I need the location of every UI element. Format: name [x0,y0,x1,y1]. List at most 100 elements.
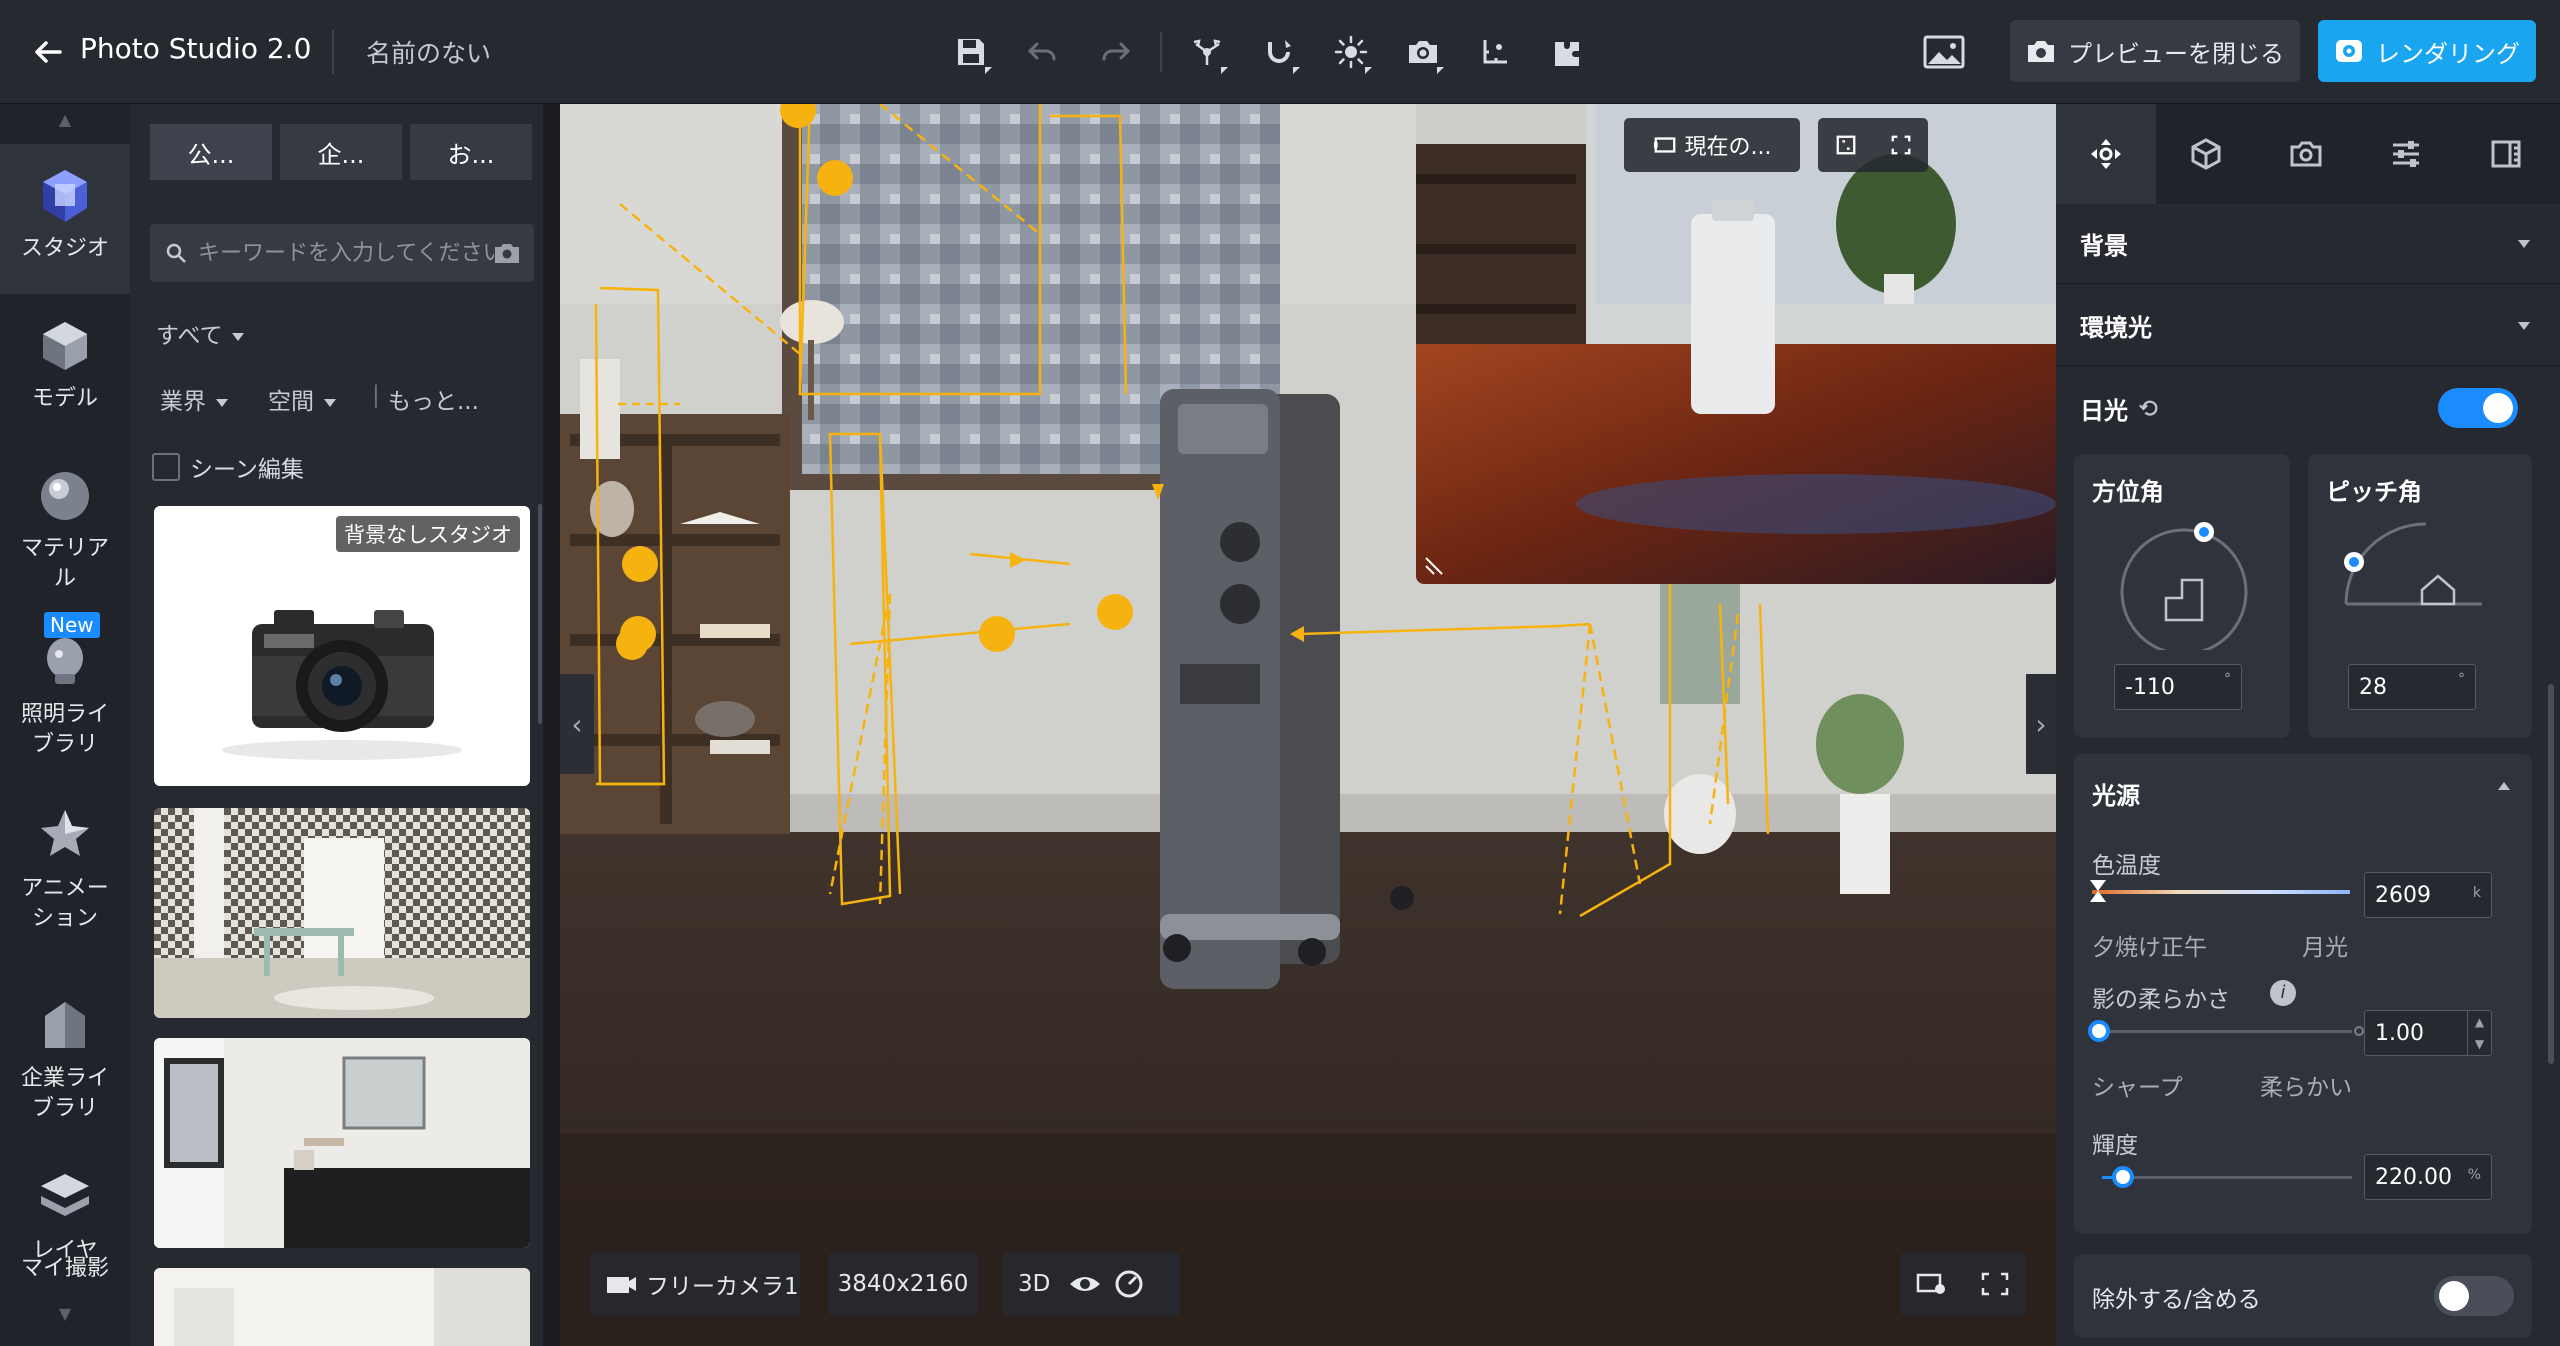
azimuth-input[interactable]: -110 ° [2114,664,2242,710]
filter-all-dropdown[interactable]: すべて [156,316,245,350]
rail-item-material[interactable]: マテリアル [0,464,130,594]
toolbar [940,22,1608,82]
back-arrow-icon[interactable] [30,34,66,70]
fullscreen-icon[interactable] [1978,1269,2012,1299]
info-icon[interactable]: i [2270,980,2296,1006]
scene-edit-checkbox[interactable]: シーン編集 [152,450,304,484]
camera-tool-button[interactable] [1392,22,1454,82]
aspect-ratio-icon[interactable] [1835,134,1857,156]
shadow-softness-slider[interactable] [2102,1030,2352,1033]
pitch-label: ピッチ角 [2326,478,2422,506]
brightness-knob[interactable] [2112,1166,2134,1188]
rail-scroll-down-icon[interactable]: ▼ [0,1304,130,1323]
gauge-icon[interactable] [1112,1269,1146,1299]
properties-scrollbar[interactable] [2548,684,2554,1064]
save-button[interactable] [940,22,1002,82]
chevron-down-icon [2518,322,2530,330]
exclude-include-toggle[interactable] [2434,1276,2514,1316]
magnet-icon [1268,40,1291,63]
tab-object[interactable] [2156,104,2256,204]
plugin-tool-button[interactable] [1536,22,1598,82]
animation-icon [41,810,89,856]
image-icon [1923,35,1965,69]
magnet-tool-button[interactable] [1248,22,1310,82]
document-name[interactable]: 名前のない [366,34,491,70]
camera-selector[interactable]: フリーカメラ1 [590,1252,800,1316]
top-bar: Photo Studio 2.0 名前のない プレビューを閉じる レンダリング [0,0,2560,104]
shadow-softness-knob[interactable] [2088,1020,2110,1042]
scene-card-window-room[interactable] [154,1038,530,1248]
shadow-softness-input[interactable]: 1.00 ▲ ▼ [2364,1010,2492,1056]
section-background[interactable]: 背景 [2056,204,2560,284]
scene-card-bright-room[interactable] [154,1268,530,1346]
azimuth-dial[interactable] [2114,510,2254,650]
pitch-dial[interactable] [2332,510,2492,650]
rail-item-my-shots-label[interactable]: マイ撮影 [20,1254,110,1284]
measure-tool-button[interactable] [1464,22,1526,82]
filter-space-dropdown[interactable]: 空間 [268,382,336,416]
lighting-tool-button[interactable] [1320,22,1382,82]
preview-current-view-button[interactable]: 現在の... [1624,118,1800,172]
sunlight-toggle[interactable] [2438,388,2518,428]
render-button[interactable]: レンダリング [2318,20,2536,82]
search-input[interactable] [198,240,494,266]
tab-scene-settings[interactable] [2056,104,2156,204]
redo-button[interactable] [1084,22,1146,82]
close-preview-button[interactable]: プレビューを閉じる [2010,20,2300,82]
rail-scroll-up-icon[interactable]: ▲ [0,110,130,129]
rail-item-animation[interactable]: アニメーション [0,804,130,934]
properties-tabs [2056,104,2560,204]
chevron-up-icon[interactable] [2498,782,2510,790]
image-search-icon[interactable] [494,242,520,264]
resolution-selector[interactable]: 3840x2160 [828,1252,978,1316]
rail-item-enterprise-library[interactable]: 企業ライブラリ [0,994,130,1124]
shadow-softness-label: 影の柔らかさ [2092,987,2230,1013]
gallery-button[interactable] [1922,32,1966,72]
stepper-arrows-icon[interactable]: ▲ ▼ [2467,1011,2491,1055]
camera-icon [2028,41,2054,62]
slider-end-marker [2354,1026,2364,1036]
library-scrollbar[interactable] [538,504,542,724]
filter-industry-dropdown[interactable]: 業界 [160,382,228,416]
resize-handle-icon[interactable] [1422,554,1446,578]
render-preview-window[interactable]: 現在の... [1416,104,2056,584]
filter-more[interactable]: もっと... [388,382,479,416]
library-panel: 公... 企... お... すべて 業界 空間 | もっと... シーン編集 [130,104,543,1346]
brightness-input[interactable]: 220.00% [2364,1154,2492,1200]
tab-adjustments[interactable] [2356,104,2456,204]
rail-item-light-library[interactable]: New 照明ライブラリ [0,612,130,760]
transform-tool-button[interactable] [1176,22,1238,82]
3d-mode-toggle[interactable]: 3D [1018,1271,1050,1297]
color-temp-handle-icon[interactable] [2088,878,2108,904]
thumbnail-badge: 背景なしスタジオ [336,516,520,552]
tab-camera[interactable] [2256,104,2356,204]
puzzle-icon [1555,42,1579,66]
undo-button[interactable] [1012,22,1074,82]
rail-item-studio[interactable]: スタジオ [0,144,130,294]
section-ambient-light[interactable]: 環境光 [2056,286,2560,366]
save-icon [958,39,984,65]
tab-layout[interactable] [2456,104,2556,204]
viewport-expand-right-icon[interactable]: › [2026,674,2056,774]
color-temp-slider[interactable] [2092,890,2350,894]
reset-icon[interactable] [2138,397,2160,419]
scene-card-no-background-studio[interactable]: 背景なしスタジオ [154,506,530,786]
light-source-title[interactable]: 光源 [2092,776,2140,811]
divider [332,30,334,74]
tab-public[interactable]: 公... [150,124,272,180]
layer-label-group: レイヤ マイ撮影 [20,1236,110,1296]
tab-favorites[interactable]: お... [410,124,532,180]
rail-item-layer[interactable]: レイヤ マイ撮影 [0,1166,130,1296]
tab-enterprise[interactable]: 企... [280,124,402,180]
color-temp-input[interactable]: 2609 k [2364,872,2492,918]
chevron-down-icon [2518,240,2530,248]
eye-icon[interactable] [1068,1269,1102,1299]
camera-settings-icon[interactable] [1915,1269,1949,1299]
rail-item-model[interactable]: モデル [0,314,130,414]
pitch-input[interactable]: 28 ° [2348,664,2476,710]
bright-room-image [154,1268,530,1346]
viewport-collapse-left-icon[interactable]: ‹ [560,674,594,774]
scene-card-checkered-room[interactable] [154,808,530,1018]
brightness-slider[interactable] [2102,1176,2352,1179]
expand-icon[interactable] [1890,134,1912,156]
